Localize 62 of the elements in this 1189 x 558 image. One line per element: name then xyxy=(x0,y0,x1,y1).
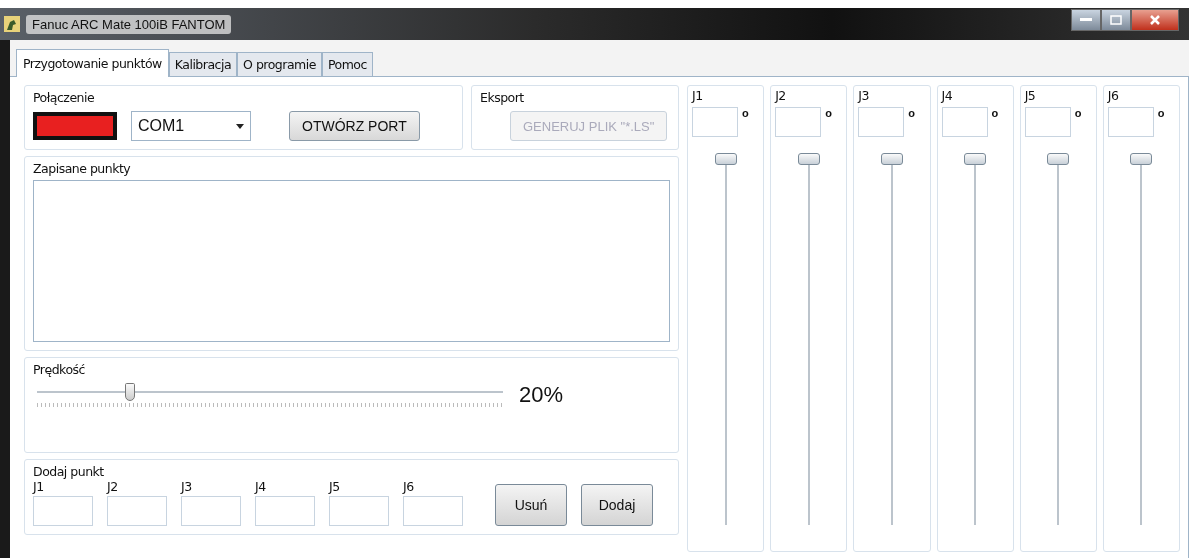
input-field[interactable] xyxy=(107,496,167,526)
joint-label: J4 xyxy=(941,88,953,103)
field-label: J2 xyxy=(107,479,119,494)
tab[interactable]: O programie xyxy=(237,52,322,76)
joint-label: J1 xyxy=(692,88,703,103)
input-field[interactable] xyxy=(329,496,389,526)
input-field[interactable] xyxy=(255,496,315,526)
group-title: Prędkość xyxy=(33,362,85,377)
window-title: Fanuc ARC Mate 100iB FANTOM xyxy=(26,14,232,34)
group-title: Eksport xyxy=(480,90,524,105)
robot-icon xyxy=(4,16,20,32)
group-title: Zapisane punkty xyxy=(33,161,131,176)
input-field[interactable] xyxy=(858,107,905,137)
caret-icon xyxy=(236,123,244,129)
close-button[interactable] xyxy=(1131,9,1179,31)
degree-unit: o xyxy=(825,107,832,119)
joint-label: J5 xyxy=(1024,88,1036,103)
input-field[interactable] xyxy=(33,496,93,526)
minimize-icon xyxy=(1080,18,1092,22)
degree-unit: o xyxy=(908,107,916,119)
degree-unit: o xyxy=(991,107,999,119)
field-label: J5 xyxy=(329,479,341,494)
slider-thumb[interactable] xyxy=(125,383,136,401)
field-label: J1 xyxy=(33,479,45,494)
slider-thumb[interactable] xyxy=(964,153,987,165)
degree-unit: o xyxy=(1157,107,1165,119)
field-label: J3 xyxy=(181,479,193,494)
remove-button[interactable]: Usuń xyxy=(495,484,567,526)
slider-thumb[interactable] xyxy=(880,153,903,165)
close-icon xyxy=(1149,14,1161,26)
tab[interactable]: Pomoc xyxy=(321,52,373,76)
input-field[interactable] xyxy=(941,107,988,137)
field-label: J4 xyxy=(255,479,267,494)
input-field[interactable] xyxy=(692,107,738,137)
maximize-icon xyxy=(1110,15,1122,25)
port-dropdown[interactable]: COM1 xyxy=(131,111,251,141)
input-field[interactable] xyxy=(181,496,241,526)
speed-value: 20% xyxy=(519,382,564,408)
input-field[interactable] xyxy=(1107,107,1154,137)
degree-unit: o xyxy=(1074,107,1082,119)
degree-unit: o xyxy=(742,107,749,119)
joint-label: J2 xyxy=(775,88,786,103)
group-title: Połączenie xyxy=(33,90,95,105)
open-port-button[interactable]: OTWÓRZ PORT xyxy=(289,111,420,141)
minimize-button[interactable] xyxy=(1071,9,1101,31)
slider-thumb[interactable] xyxy=(1130,153,1153,165)
speed-slider[interactable] xyxy=(37,381,503,409)
maximize-button[interactable] xyxy=(1101,9,1131,31)
joint-label: J3 xyxy=(858,88,869,103)
slider-thumb[interactable] xyxy=(1047,153,1070,165)
input-field[interactable] xyxy=(775,107,822,137)
group-title: Dodaj punkt xyxy=(33,464,105,479)
field-label: J6 xyxy=(403,479,415,494)
joint-label: J6 xyxy=(1107,88,1119,103)
slider-thumb[interactable] xyxy=(797,153,820,165)
points-list[interactable] xyxy=(33,180,670,342)
input-field[interactable] xyxy=(403,496,463,526)
tab[interactable]: Przygotowanie punktów xyxy=(16,49,169,77)
input-field[interactable] xyxy=(1024,107,1071,137)
tab[interactable]: Kalibracja xyxy=(168,52,238,76)
slider-thumb[interactable] xyxy=(714,153,737,165)
add-button[interactable]: Dodaj xyxy=(581,484,653,526)
